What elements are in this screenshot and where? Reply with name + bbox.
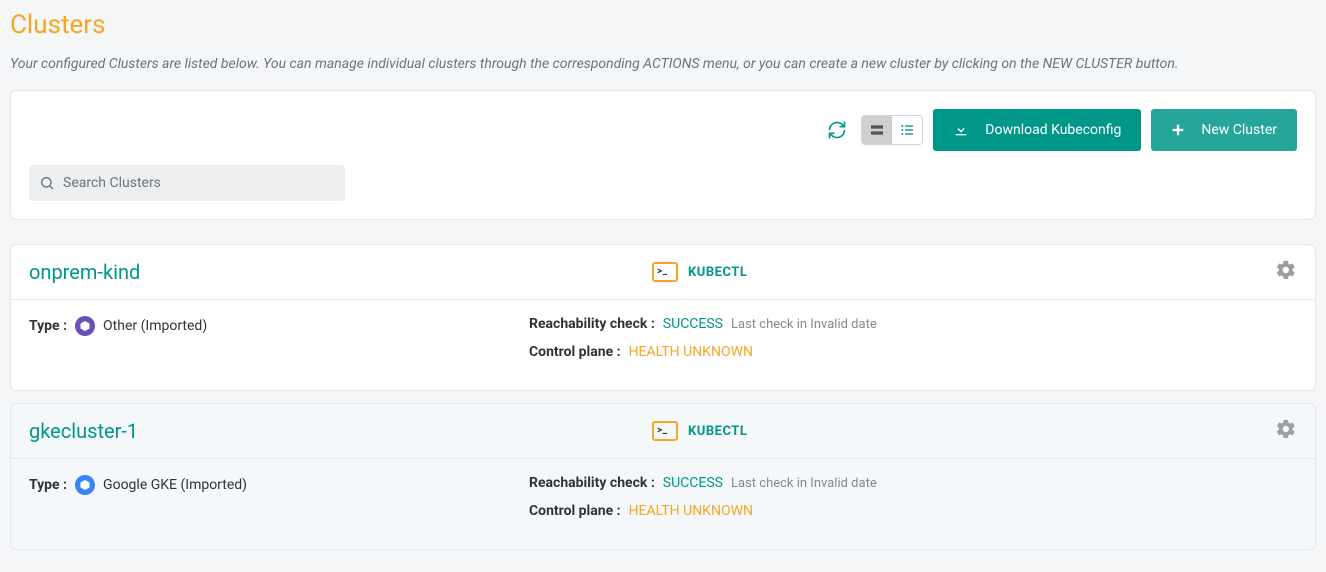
k8s-wheel-icon xyxy=(75,316,95,336)
terminal-icon xyxy=(652,421,678,441)
reachability-meta: Last check in Invalid date xyxy=(731,317,877,332)
toolbar-card: Download Kubeconfig New Cluster xyxy=(10,90,1316,220)
type-label: Type : xyxy=(29,477,67,493)
cluster-header-center: KUBECTL xyxy=(652,421,1275,441)
terminal-icon xyxy=(652,262,678,282)
cluster-name[interactable]: onprem-kind xyxy=(29,260,652,284)
control-plane-row: Control plane : HEALTH UNKNOWN xyxy=(529,503,1297,519)
reachability-status: SUCCESS xyxy=(663,475,723,491)
cluster-body-right: Reachability check : SUCCESS Last check … xyxy=(529,475,1297,531)
search-wrap xyxy=(29,165,345,201)
view-list-icon xyxy=(899,122,915,138)
cluster-name[interactable]: gkecluster-1 xyxy=(29,419,652,443)
kubectl-label: KUBECTL xyxy=(688,265,747,280)
page-title: Clusters xyxy=(10,10,1316,40)
cluster-header: onprem-kind KUBECTL xyxy=(11,245,1315,300)
cluster-header: gkecluster-1 KUBECTL xyxy=(11,404,1315,459)
cluster-body-right: Reachability check : SUCCESS Last check … xyxy=(529,316,1297,372)
type-label: Type : xyxy=(29,318,67,334)
reachability-row: Reachability check : SUCCESS Last check … xyxy=(529,475,1297,491)
toolbar-actions-row: Download Kubeconfig New Cluster xyxy=(29,109,1297,151)
view-rows-icon xyxy=(869,122,885,138)
reachability-status: SUCCESS xyxy=(663,316,723,332)
page-subtitle: Your configured Clusters are listed belo… xyxy=(10,56,1316,72)
type-row: Type : Other (Imported) xyxy=(29,316,489,336)
reachability-label: Reachability check : xyxy=(529,475,655,491)
kubectl-label: KUBECTL xyxy=(688,424,747,439)
reachability-row: Reachability check : SUCCESS Last check … xyxy=(529,316,1297,332)
download-kubeconfig-button[interactable]: Download Kubeconfig xyxy=(933,109,1141,151)
new-cluster-button[interactable]: New Cluster xyxy=(1151,109,1297,151)
view-card-button[interactable] xyxy=(862,116,892,144)
settings-button[interactable] xyxy=(1275,259,1297,285)
gke-hex-icon xyxy=(75,475,95,495)
new-cluster-label: New Cluster xyxy=(1201,122,1277,138)
download-icon xyxy=(953,122,969,138)
cluster-card: gkecluster-1 KUBECTL Type : xyxy=(10,403,1316,550)
cluster-header-center: KUBECTL xyxy=(652,262,1275,282)
plus-icon xyxy=(1171,123,1185,137)
control-plane-label: Control plane : xyxy=(529,503,621,519)
kubectl-link[interactable]: KUBECTL xyxy=(652,262,747,282)
cluster-body-left: Type : Other (Imported) xyxy=(29,316,489,372)
view-list-button[interactable] xyxy=(892,116,922,144)
gear-icon xyxy=(1275,418,1297,440)
cluster-card: onprem-kind KUBECTL Type : xyxy=(10,244,1316,391)
settings-button[interactable] xyxy=(1275,418,1297,444)
cluster-body: Type : Google GKE (Imported) Reachabilit… xyxy=(11,459,1315,549)
gear-icon xyxy=(1275,259,1297,281)
refresh-icon xyxy=(827,120,847,140)
type-row: Type : Google GKE (Imported) xyxy=(29,475,489,495)
control-plane-label: Control plane : xyxy=(529,344,621,360)
refresh-button[interactable] xyxy=(823,116,851,144)
type-value: Google GKE (Imported) xyxy=(103,477,247,493)
reachability-meta: Last check in Invalid date xyxy=(731,476,877,491)
cluster-body-left: Type : Google GKE (Imported) xyxy=(29,475,489,531)
control-plane-status: HEALTH UNKNOWN xyxy=(629,344,753,360)
download-kubeconfig-label: Download Kubeconfig xyxy=(985,122,1121,138)
cluster-body: Type : Other (Imported) Reachability che… xyxy=(11,300,1315,390)
search-input[interactable] xyxy=(63,175,335,191)
kubectl-link[interactable]: KUBECTL xyxy=(652,421,747,441)
search-icon xyxy=(39,175,55,191)
view-toggle xyxy=(861,115,923,145)
control-plane-status: HEALTH UNKNOWN xyxy=(629,503,753,519)
type-value: Other (Imported) xyxy=(103,318,207,334)
control-plane-row: Control plane : HEALTH UNKNOWN xyxy=(529,344,1297,360)
reachability-label: Reachability check : xyxy=(529,316,655,332)
